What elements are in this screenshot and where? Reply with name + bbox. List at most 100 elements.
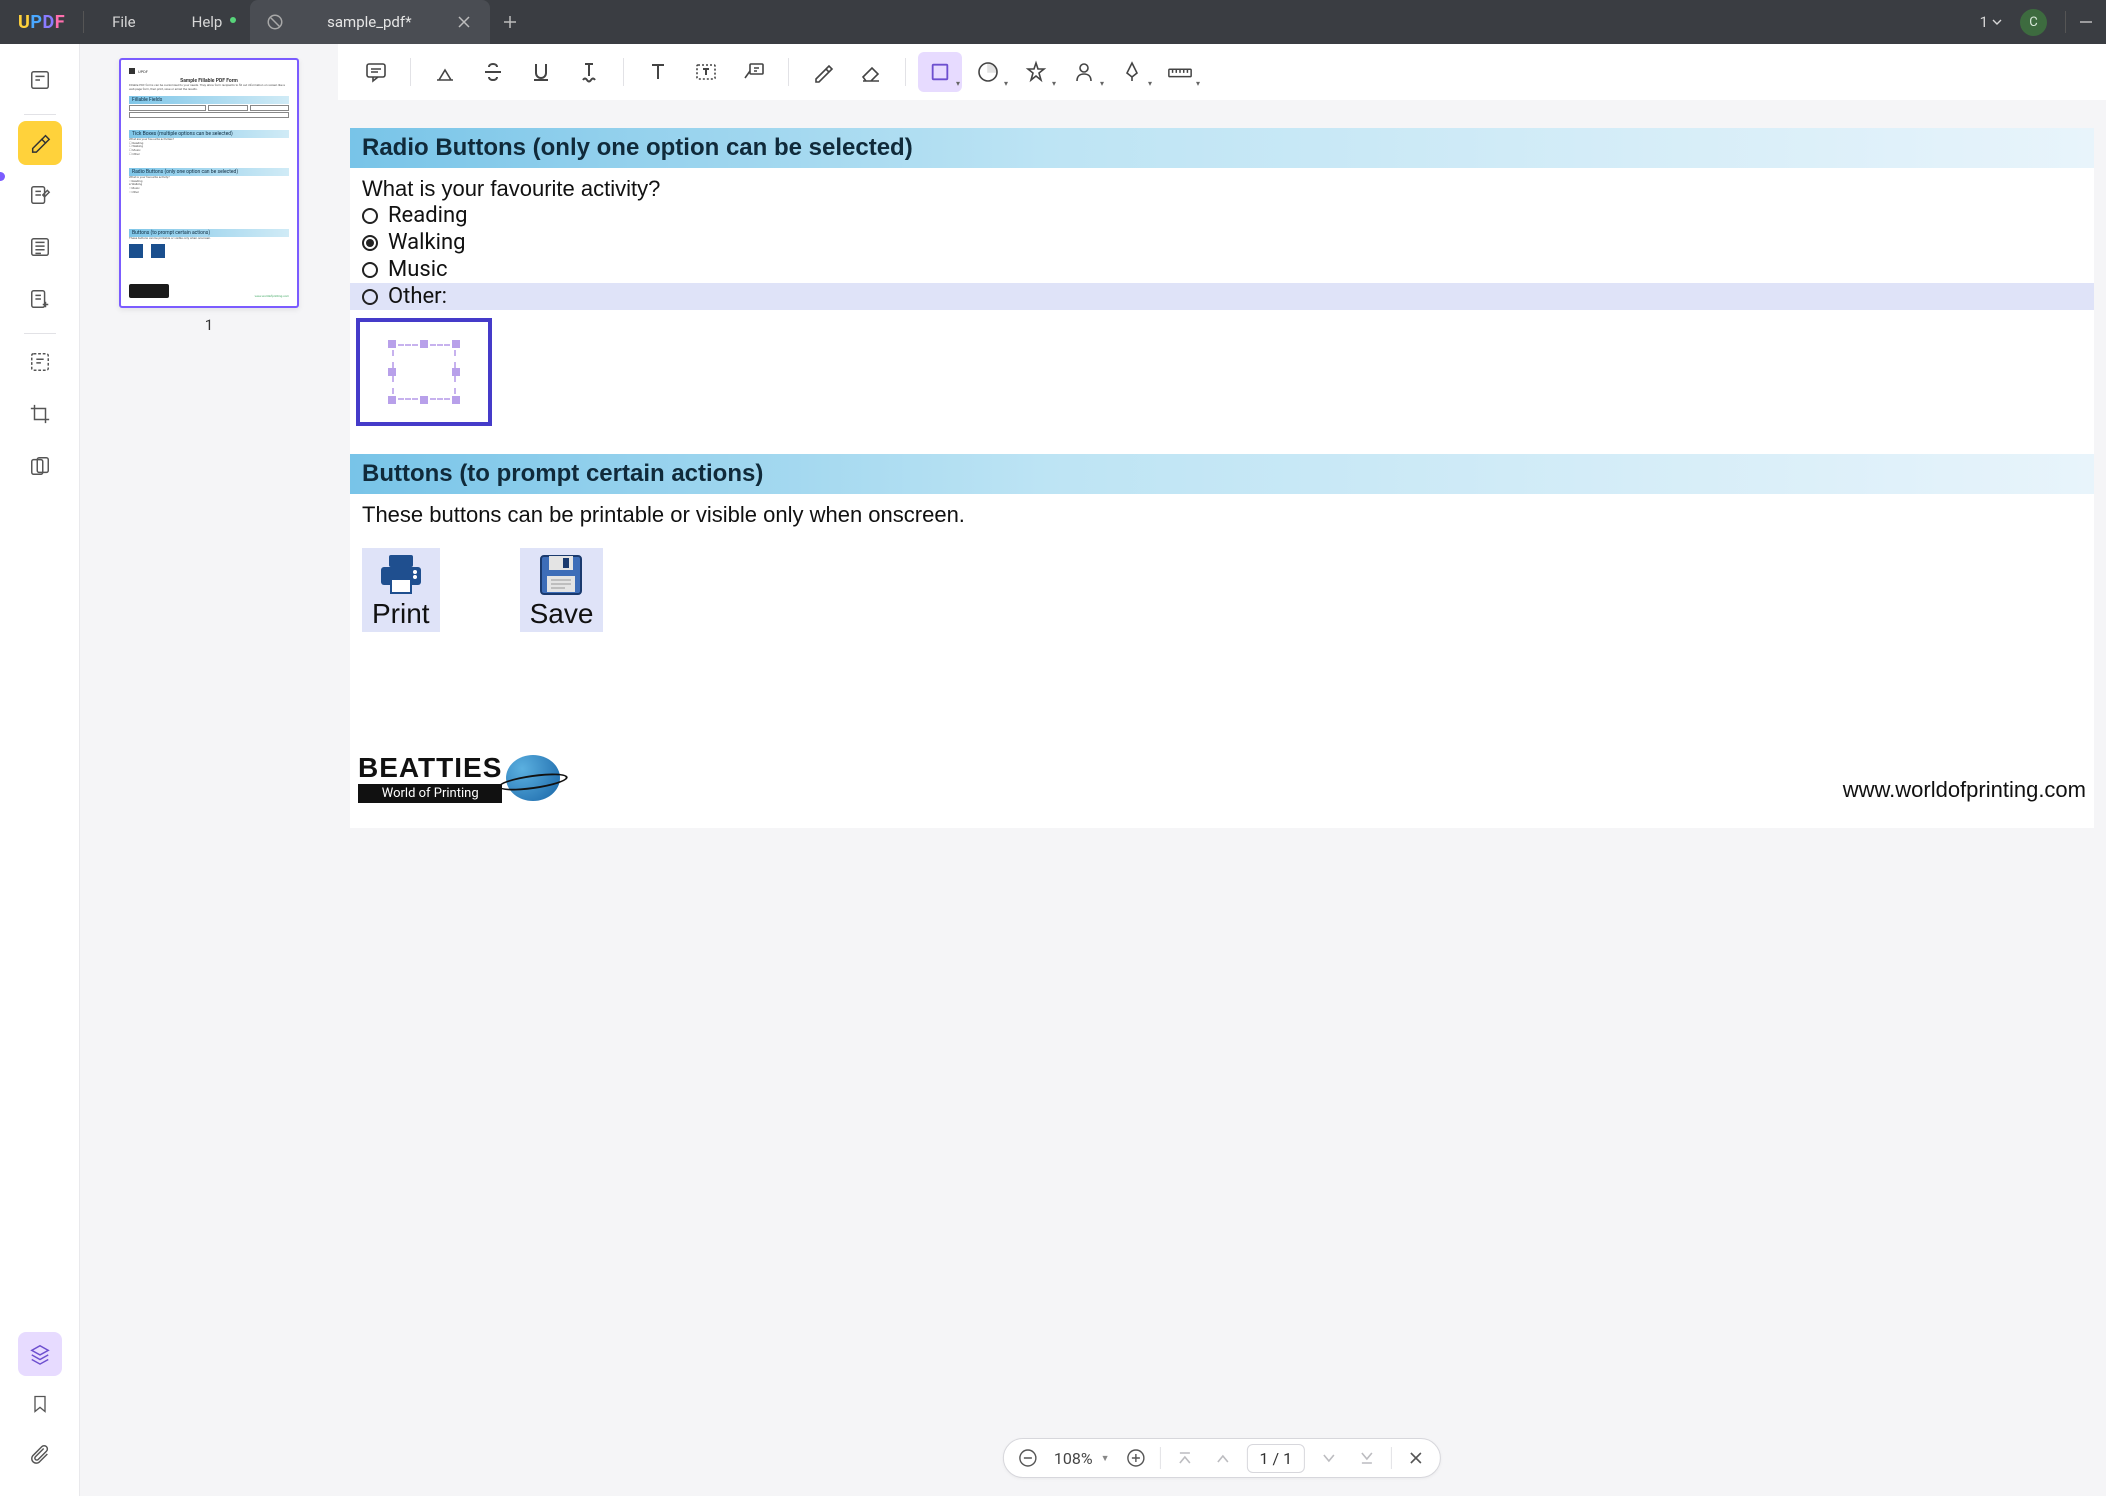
rail-edit-button[interactable] bbox=[18, 173, 62, 217]
zoom-value: 108% bbox=[1054, 1449, 1093, 1468]
left-rail bbox=[0, 44, 80, 1496]
radio-icon bbox=[362, 235, 378, 251]
tab-active[interactable]: sample_pdf* bbox=[250, 0, 490, 44]
ruler-tool[interactable]: ▾ bbox=[1158, 52, 1202, 92]
separator bbox=[623, 58, 624, 86]
tab-counter-value: 1 bbox=[1980, 13, 1988, 31]
avatar[interactable]: C bbox=[2020, 9, 2047, 36]
indicator-dot bbox=[0, 172, 5, 181]
globe-icon bbox=[506, 755, 560, 801]
tab-close-button[interactable] bbox=[454, 12, 474, 32]
highlight-tool[interactable] bbox=[423, 52, 467, 92]
tab-counter[interactable]: 1 bbox=[1980, 13, 2020, 31]
rail-attachment-button[interactable] bbox=[18, 1432, 62, 1476]
eraser-tool[interactable] bbox=[849, 52, 893, 92]
underline-tool[interactable] bbox=[519, 52, 563, 92]
last-page-button[interactable] bbox=[1349, 1440, 1385, 1476]
rectangle-tool[interactable]: ▾ bbox=[918, 52, 962, 92]
print-button[interactable]: Print bbox=[362, 548, 440, 632]
section-radio-heading: Radio Buttons (only one option can be se… bbox=[350, 128, 2094, 168]
floppy-icon bbox=[533, 552, 589, 598]
radio-question: What is your favourite activity? bbox=[350, 168, 2094, 202]
signature-tool[interactable]: ▾ bbox=[1062, 52, 1106, 92]
print-label: Print bbox=[372, 598, 430, 630]
zoom-in-button[interactable] bbox=[1118, 1440, 1154, 1476]
next-page-button[interactable] bbox=[1311, 1440, 1347, 1476]
separator bbox=[410, 58, 411, 86]
page-number-input[interactable]: 1 / 1 bbox=[1247, 1444, 1306, 1473]
radio-label: Walking bbox=[388, 230, 465, 255]
selected-rectangle-annotation[interactable] bbox=[356, 318, 492, 426]
save-button[interactable]: Save bbox=[520, 548, 604, 632]
document-page: Radio Buttons (only one option can be se… bbox=[350, 128, 2094, 828]
rail-pages-button[interactable] bbox=[18, 225, 62, 269]
separator bbox=[1391, 1447, 1392, 1469]
text-tool[interactable] bbox=[636, 52, 680, 92]
strikethrough-tool[interactable] bbox=[471, 52, 515, 92]
selection-handles[interactable] bbox=[392, 344, 456, 400]
rail-thumbnail-button[interactable] bbox=[18, 58, 62, 102]
radio-music[interactable]: Music bbox=[350, 256, 2094, 283]
brand-name: BEATTIES bbox=[358, 752, 502, 784]
tab-icon bbox=[266, 13, 284, 31]
menu-help[interactable]: Help bbox=[164, 13, 251, 31]
radio-label: Other: bbox=[388, 284, 455, 309]
page-current: 1 bbox=[1260, 1449, 1269, 1468]
printer-icon bbox=[373, 552, 429, 598]
section-buttons-text: These buttons can be printable or visibl… bbox=[350, 494, 2094, 528]
center-column: ▾ ▾ ▾ ▾ ▾ ▾ bbox=[338, 44, 2106, 1496]
thumbnail-number: 1 bbox=[98, 316, 320, 334]
radio-icon bbox=[362, 208, 378, 224]
rail-bookmark-button[interactable] bbox=[18, 1382, 62, 1426]
close-controls-button[interactable] bbox=[1398, 1440, 1434, 1476]
app-logo: UPDF bbox=[0, 12, 83, 33]
rail-layers-button[interactable] bbox=[18, 1332, 62, 1376]
footer-url: www.worldofprinting.com bbox=[1843, 777, 2086, 803]
radio-other[interactable]: Other: bbox=[350, 283, 2094, 310]
prev-page-button[interactable] bbox=[1205, 1440, 1241, 1476]
squiggly-tool[interactable] bbox=[567, 52, 611, 92]
separator bbox=[24, 114, 56, 115]
pen-tool[interactable]: ▾ bbox=[1110, 52, 1154, 92]
separator bbox=[24, 333, 56, 334]
caret-down-icon: ▼ bbox=[1101, 1453, 1110, 1464]
radio-reading[interactable]: Reading bbox=[350, 202, 2094, 229]
radio-icon bbox=[362, 289, 378, 305]
tab-title: sample_pdf* bbox=[298, 13, 440, 31]
textbox-tool[interactable] bbox=[684, 52, 728, 92]
page-total: 1 bbox=[1283, 1449, 1292, 1468]
menu-file[interactable]: File bbox=[84, 13, 164, 31]
stamp-tool[interactable]: ▾ bbox=[1014, 52, 1058, 92]
zoom-dropdown[interactable]: 108% ▼ bbox=[1048, 1449, 1116, 1468]
rail-crop-button[interactable] bbox=[18, 392, 62, 436]
separator bbox=[1160, 1447, 1161, 1469]
callout-tool[interactable] bbox=[732, 52, 776, 92]
section-buttons-heading: Buttons (to prompt certain actions) bbox=[350, 454, 2094, 494]
separator bbox=[905, 58, 906, 86]
rail-compare-button[interactable] bbox=[18, 444, 62, 488]
radio-icon bbox=[362, 262, 378, 278]
first-page-button[interactable] bbox=[1167, 1440, 1203, 1476]
window-minimize-button[interactable] bbox=[2066, 14, 2106, 30]
separator bbox=[788, 58, 789, 86]
radio-label: Music bbox=[388, 257, 448, 282]
rail-ocr-button[interactable] bbox=[18, 340, 62, 384]
annotation-toolbar: ▾ ▾ ▾ ▾ ▾ ▾ bbox=[338, 44, 2106, 100]
pencil-tool[interactable] bbox=[801, 52, 845, 92]
document-viewport[interactable]: Radio Buttons (only one option can be se… bbox=[338, 100, 2106, 1496]
titlebar: UPDF File Help sample_pdf* 1 C bbox=[0, 0, 2106, 44]
thumbnail-panel: UPDF Sample Fillable PDF Form Fillable P… bbox=[80, 44, 338, 1496]
radio-label: Reading bbox=[388, 203, 467, 228]
brand-subtitle: World of Printing bbox=[358, 784, 502, 803]
rail-highlight-button[interactable] bbox=[18, 121, 62, 165]
zoom-out-button[interactable] bbox=[1010, 1440, 1046, 1476]
thumbnail-page-1[interactable]: UPDF Sample Fillable PDF Form Fillable P… bbox=[119, 58, 299, 308]
save-label: Save bbox=[530, 598, 594, 630]
page-sep: / bbox=[1273, 1449, 1280, 1468]
comment-tool[interactable] bbox=[354, 52, 398, 92]
brand-logo: BEATTIES World of Printing bbox=[358, 752, 560, 803]
sticker-tool[interactable]: ▾ bbox=[966, 52, 1010, 92]
radio-walking[interactable]: Walking bbox=[350, 229, 2094, 256]
rail-form-button[interactable] bbox=[18, 277, 62, 321]
tab-add-button[interactable] bbox=[490, 15, 530, 29]
